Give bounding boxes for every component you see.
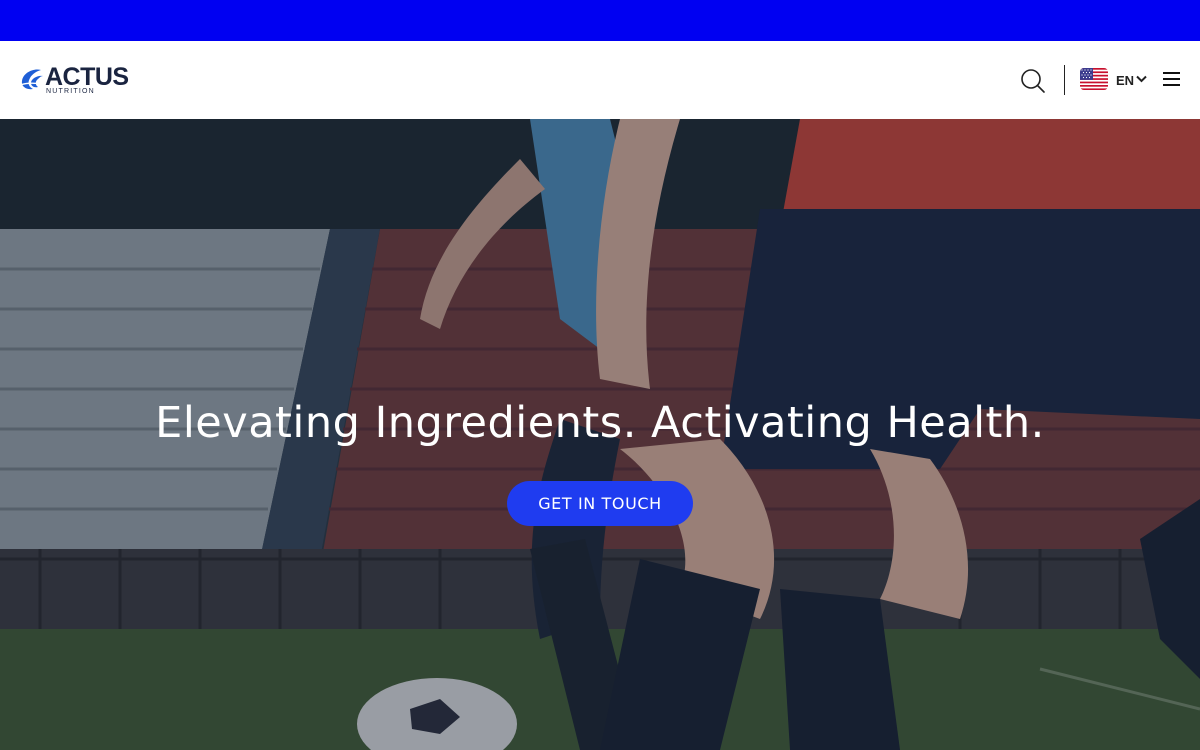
hamburger-menu-icon [1163,72,1180,74]
us-flag-icon [1080,68,1108,90]
hamburger-menu-button[interactable] [1163,72,1181,88]
site-header: ACTUS NUTRITION EN [0,41,1200,119]
hero-section: Elevating Ingredients. Activating Health… [0,119,1200,750]
hamburger-line [1163,78,1180,80]
chevron-down-icon [1136,75,1147,83]
hamburger-line [1163,84,1180,86]
search-button[interactable] [1019,68,1047,94]
search-icon [1021,69,1045,93]
logo-tagline: NUTRITION [46,88,95,95]
header-divider [1064,65,1065,95]
logo-wordmark: ACTUS [45,63,129,91]
hero-headline: Elevating Ingredients. Activating Health… [155,398,1045,448]
get-in-touch-button[interactable]: GET IN TOUCH [507,481,693,526]
language-code: EN [1116,73,1135,88]
language-selector[interactable]: EN [1080,68,1150,92]
actus-swoosh-icon [21,69,44,90]
announcement-bar [0,0,1200,41]
